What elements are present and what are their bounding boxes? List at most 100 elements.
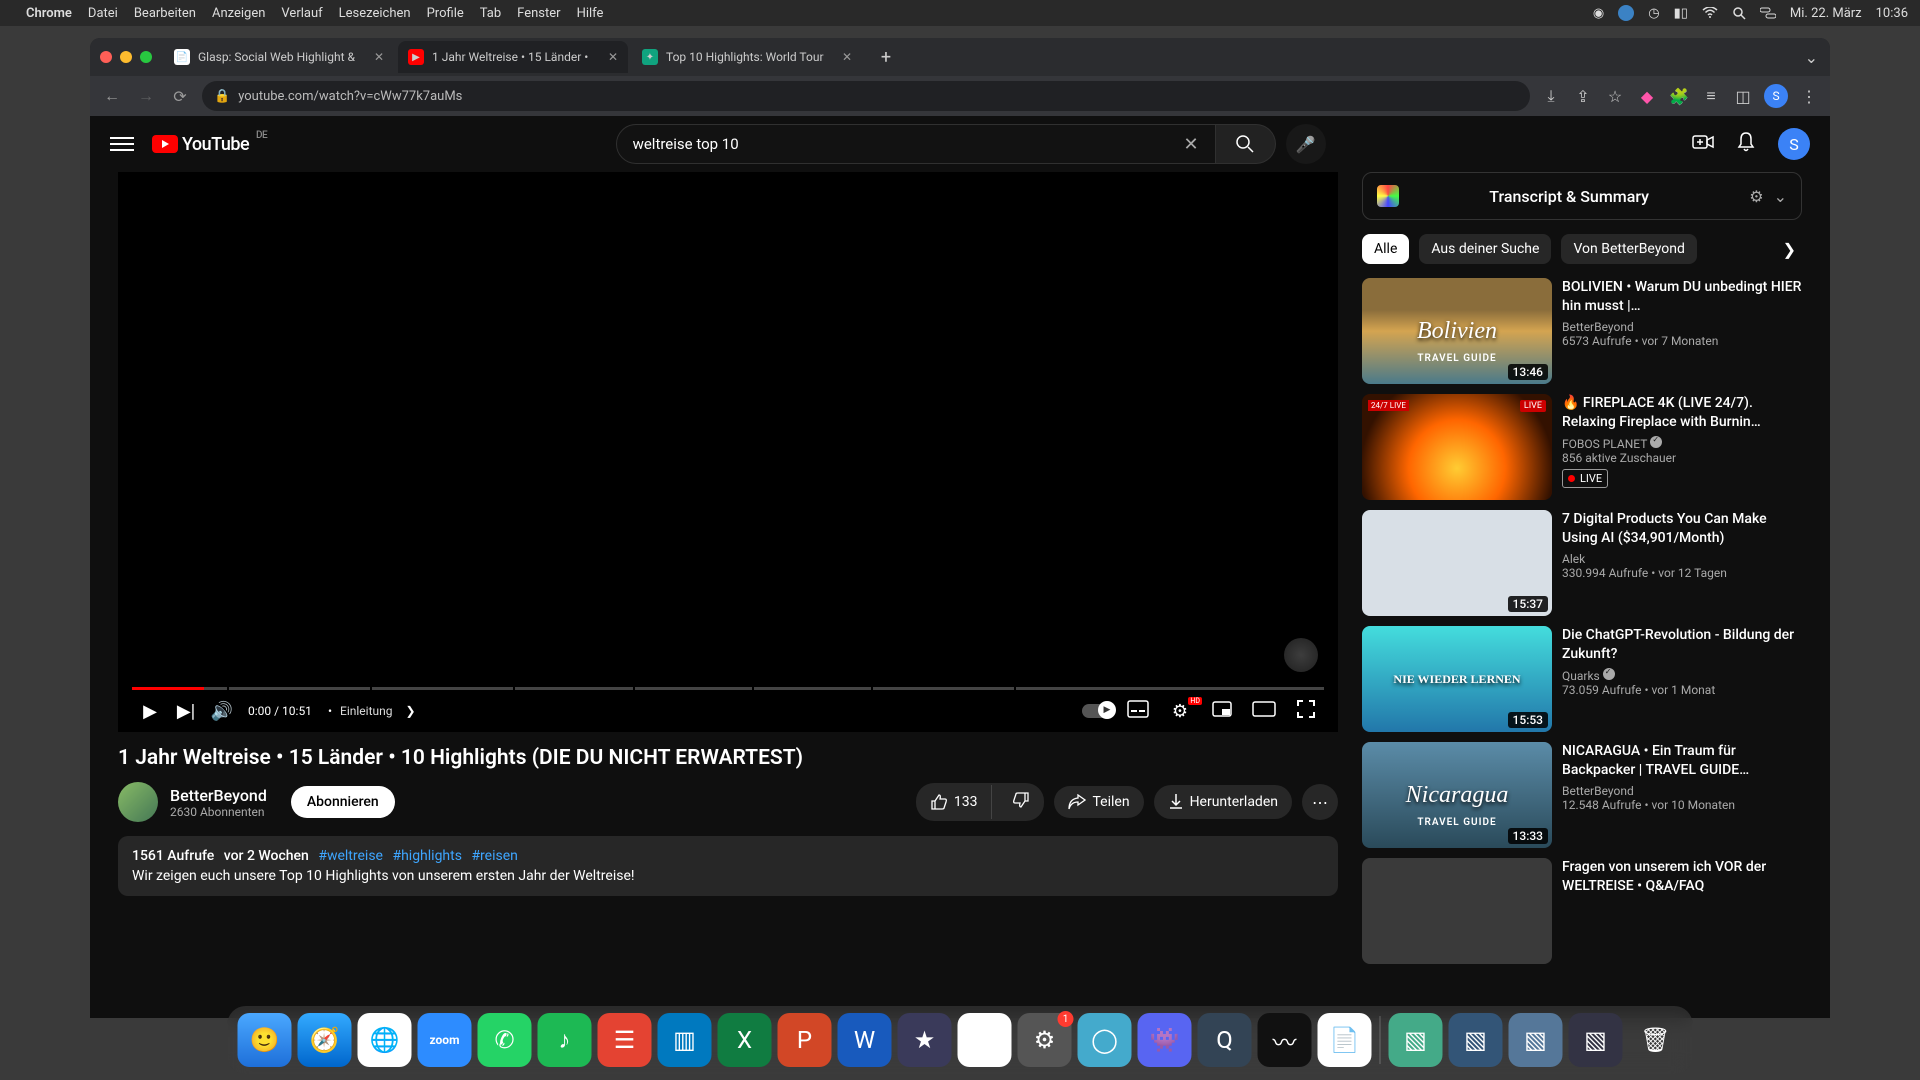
browser-tab[interactable]: ✦ Top 10 Highlights: World Tour ✕: [632, 41, 862, 73]
search-box[interactable]: ✕: [616, 124, 1216, 164]
video-thumbnail[interactable]: NIE WIEDER LERNEN 15:53: [1362, 626, 1552, 732]
search-input[interactable]: [633, 135, 1184, 153]
whatsapp-icon[interactable]: ✆: [478, 1013, 532, 1067]
maximize-window-button[interactable]: [140, 51, 152, 63]
chrome-menu-icon[interactable]: ⋮: [1798, 87, 1820, 106]
extension-glasp-icon[interactable]: ◆: [1636, 87, 1658, 106]
clock-icon[interactable]: ◷: [1648, 6, 1659, 21]
menubar-item[interactable]: Datei: [88, 6, 118, 21]
related-video[interactable]: Nicaragua TRAVEL GUIDE 13:33 NICARAGUA •…: [1362, 742, 1802, 848]
related-video[interactable]: NIE WIEDER LERNEN 15:53 Die ChatGPT-Revo…: [1362, 626, 1802, 732]
share-button[interactable]: Teilen: [1054, 786, 1143, 818]
chapter-label[interactable]: Einleitung: [340, 704, 392, 718]
wifi-icon[interactable]: [1702, 7, 1718, 19]
control-center-icon[interactable]: [1760, 7, 1776, 19]
fullscreen-icon[interactable]: [1288, 700, 1324, 723]
address-bar[interactable]: 🔒 youtube.com/watch?v=cWw77k7auMs: [202, 81, 1530, 111]
spotlight-icon[interactable]: [1732, 6, 1746, 20]
related-video[interactable]: Fragen von unserem ich VOR der WELTREISE…: [1362, 858, 1802, 964]
menubar-item[interactable]: Tab: [480, 6, 501, 21]
channel-watermark-icon[interactable]: [1284, 638, 1318, 672]
menubar-item[interactable]: Profile: [427, 6, 464, 21]
tab-overflow-icon[interactable]: ⌄: [1805, 48, 1818, 67]
reading-list-icon[interactable]: ≡: [1700, 86, 1722, 106]
theater-mode-icon[interactable]: [1246, 701, 1282, 722]
back-button[interactable]: ←: [100, 86, 124, 106]
user-avatar[interactable]: S: [1778, 128, 1810, 160]
close-window-button[interactable]: [100, 51, 112, 63]
notifications-icon[interactable]: [1736, 131, 1756, 158]
safari-icon[interactable]: 🧭: [298, 1013, 352, 1067]
sidepanel-icon[interactable]: ◫: [1732, 87, 1754, 106]
excel-icon[interactable]: X: [718, 1013, 772, 1067]
filter-chip[interactable]: Alle: [1362, 234, 1409, 264]
volume-icon[interactable]: 🔊: [204, 701, 240, 722]
voice-search-icon[interactable]: 🎤: [1286, 124, 1326, 164]
forward-button[interactable]: →: [134, 86, 158, 106]
trello-icon[interactable]: ▥: [658, 1013, 712, 1067]
todoist-icon[interactable]: ☰: [598, 1013, 652, 1067]
hashtag[interactable]: #reisen: [471, 848, 517, 864]
menubar-item[interactable]: Bearbeiten: [134, 6, 196, 21]
status-dot-icon[interactable]: [1618, 5, 1634, 21]
settings-icon[interactable]: ⚙: [1749, 187, 1763, 206]
hashtag[interactable]: #weltreise: [318, 848, 383, 864]
chapter-next-icon[interactable]: ❯: [392, 704, 428, 718]
channel-avatar[interactable]: [118, 782, 158, 822]
dock-stack[interactable]: ▧: [1449, 1013, 1503, 1067]
pages-icon[interactable]: 📄: [1318, 1013, 1372, 1067]
close-tab-icon[interactable]: ✕: [366, 50, 384, 64]
video-thumbnail[interactable]: 15:37: [1362, 510, 1552, 616]
dock-stack[interactable]: ▧: [1569, 1013, 1623, 1067]
spotify-icon[interactable]: ♪: [538, 1013, 592, 1067]
filter-chip[interactable]: Von BetterBeyond: [1561, 234, 1696, 264]
browser-tab[interactable]: 📄 Glasp: Social Web Highlight & ✕: [164, 41, 394, 73]
reload-button[interactable]: ⟳: [168, 87, 192, 106]
word-icon[interactable]: W: [838, 1013, 892, 1067]
zoom-icon[interactable]: zoom: [418, 1013, 472, 1067]
close-tab-icon[interactable]: ✕: [834, 50, 852, 64]
video-thumbnail[interactable]: [1362, 858, 1552, 964]
app-icon[interactable]: ◯: [1078, 1013, 1132, 1067]
new-tab-button[interactable]: +: [872, 43, 900, 71]
scroll-right-icon[interactable]: ❯: [1777, 240, 1802, 259]
youtube-logo[interactable]: YouTube DE: [152, 134, 249, 155]
minimize-window-button[interactable]: [120, 51, 132, 63]
more-actions-button[interactable]: ⋯: [1302, 784, 1338, 820]
browser-tab-active[interactable]: ▶ 1 Jahr Weltreise • 15 Länder • ✕: [398, 41, 628, 73]
chevron-down-icon[interactable]: ⌄: [1774, 187, 1787, 206]
autoplay-toggle[interactable]: ▶: [1082, 704, 1114, 718]
transcript-summary-panel[interactable]: Transcript & Summary ⚙ ⌄: [1362, 172, 1802, 220]
bookmark-star-icon[interactable]: ☆: [1604, 87, 1626, 106]
dislike-button[interactable]: [998, 783, 1044, 821]
share-icon[interactable]: ⇪: [1572, 87, 1594, 106]
clear-search-icon[interactable]: ✕: [1183, 134, 1198, 155]
video-thumbnail[interactable]: Nicaragua TRAVEL GUIDE 13:33: [1362, 742, 1552, 848]
channel-name[interactable]: BetterBeyond: [170, 786, 267, 805]
download-button[interactable]: Herunterladen: [1154, 785, 1292, 819]
miniplayer-icon[interactable]: [1204, 701, 1240, 722]
voice-memos-icon[interactable]: 〰: [1258, 1013, 1312, 1067]
search-button[interactable]: [1216, 124, 1276, 164]
subtitles-icon[interactable]: [1120, 700, 1156, 723]
battery-icon[interactable]: ▮▯: [1674, 6, 1688, 21]
menubar-item[interactable]: Anzeigen: [212, 6, 265, 21]
settings-icon[interactable]: ⚙HD: [1162, 701, 1198, 722]
menubar-item[interactable]: Fenster: [517, 6, 560, 21]
video-thumbnail[interactable]: Bolivien TRAVEL GUIDE 13:46: [1362, 278, 1552, 384]
video-description[interactable]: 1561 Aufrufe vor 2 Wochen #weltreise #hi…: [118, 836, 1338, 896]
hashtag[interactable]: #highlights: [392, 848, 462, 864]
filter-chip[interactable]: Aus deiner Suche: [1419, 234, 1551, 264]
play-button[interactable]: ▶: [132, 701, 168, 722]
record-icon[interactable]: ◉: [1593, 6, 1604, 21]
like-button[interactable]: 133: [916, 785, 993, 819]
video-player[interactable]: ▶ ▶| 🔊 0:00 / 10:51 • Einleitung ❯ ▶ ⚙H: [118, 172, 1338, 732]
powerpoint-icon[interactable]: P: [778, 1013, 832, 1067]
video-thumbnail[interactable]: 24/7 LIVE LIVE: [1362, 394, 1552, 500]
dock-stack[interactable]: ▧: [1509, 1013, 1563, 1067]
quicktime-icon[interactable]: Q: [1198, 1013, 1252, 1067]
menubar-time[interactable]: 10:36: [1876, 6, 1908, 21]
subscribe-button[interactable]: Abonnieren: [291, 786, 395, 818]
settings-icon[interactable]: ⚙1: [1018, 1013, 1072, 1067]
chrome-icon[interactable]: 🌐: [358, 1013, 412, 1067]
